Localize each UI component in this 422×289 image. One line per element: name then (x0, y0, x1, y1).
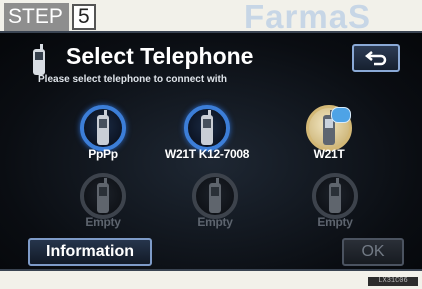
image-reference-code: LX31C06 (368, 277, 418, 286)
instruction-text: Please select telephone to connect with (38, 74, 227, 85)
step-badge: STEP 5 (4, 3, 96, 31)
phone-label: W21T K12-7008 (164, 147, 250, 161)
handset-icon (97, 178, 109, 213)
back-button[interactable] (352, 44, 400, 72)
information-button[interactable]: Information (28, 238, 152, 266)
navigation-screen: Select Telephone Please select telephone… (0, 31, 422, 271)
phone-icon (33, 44, 45, 75)
phone-slot-4[interactable]: Empty (53, 173, 153, 241)
phone-label: Empty (197, 215, 233, 229)
phone-slot-5[interactable]: Empty (165, 173, 265, 241)
phone-slot-3[interactable]: W21T (279, 105, 379, 173)
phone-slot-1[interactable]: PpPp (53, 105, 153, 173)
handset-icon (97, 110, 109, 145)
handset-icon (201, 110, 213, 145)
page-title: Select Telephone (66, 43, 254, 69)
return-arrow-icon (365, 51, 387, 66)
phone-slot-2[interactable]: W21T K12-7008 (157, 105, 257, 173)
phone-label: Empty (85, 215, 121, 229)
phone-label: W21T (313, 147, 345, 161)
handset-icon (209, 178, 221, 213)
phone-label: PpPp (88, 147, 118, 161)
step-number: 5 (71, 4, 96, 30)
phone-slot-6[interactable]: Empty (285, 173, 385, 241)
handset-icon (329, 178, 341, 213)
ok-button[interactable]: OK (342, 238, 404, 266)
step-label: STEP (4, 3, 69, 31)
phone-label: Empty (317, 215, 353, 229)
bluetooth-icon (331, 107, 351, 123)
